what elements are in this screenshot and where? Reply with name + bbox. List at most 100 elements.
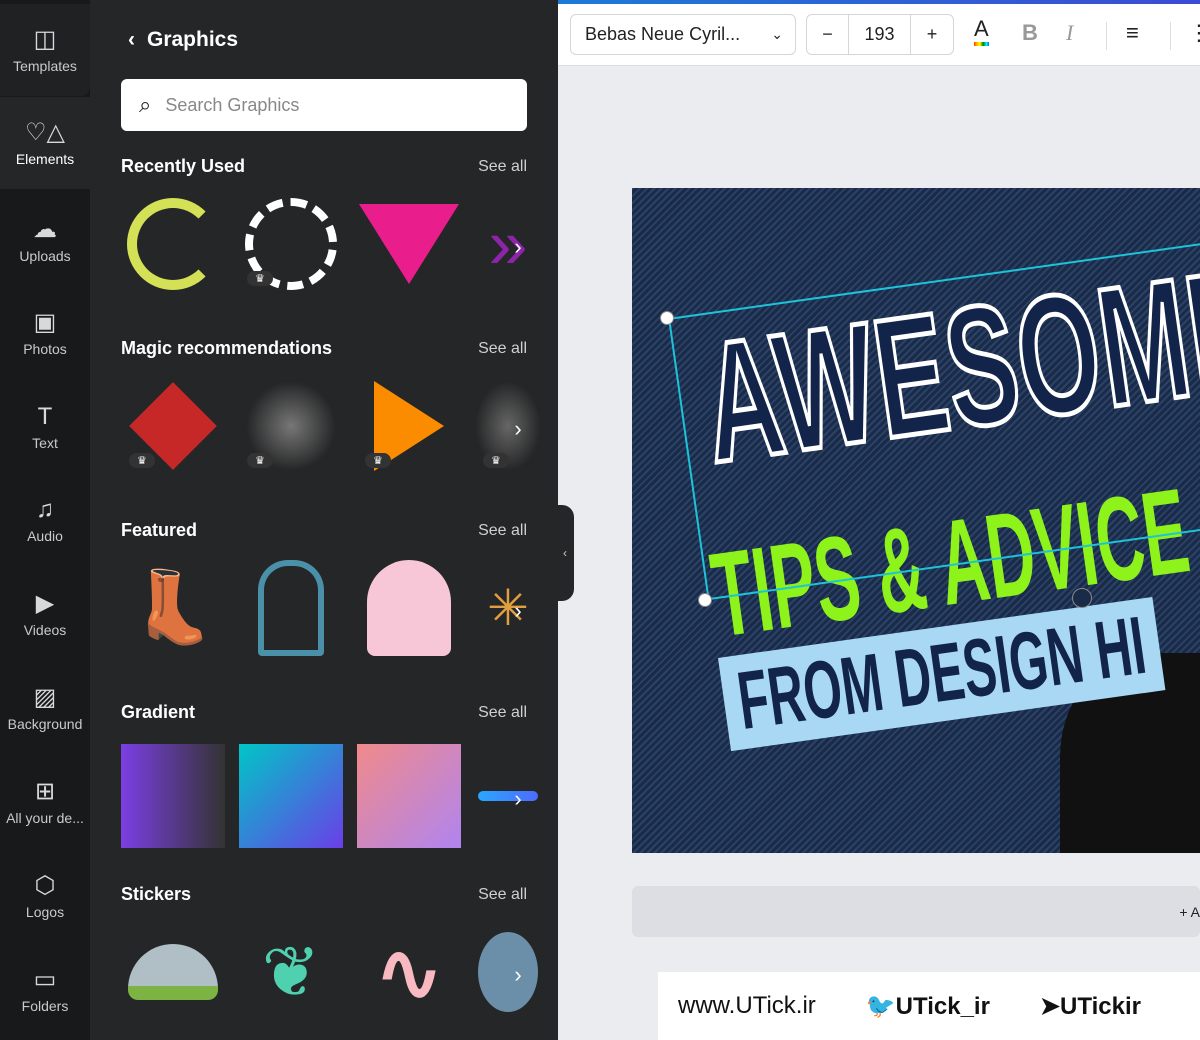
- sidebar-item-templates[interactable]: ◫ Templates: [0, 4, 90, 96]
- font-name: Bebas Neue Cyril...: [585, 24, 741, 44]
- sidebar-item-label: Uploads: [19, 248, 71, 264]
- sidebar-item-label: Videos: [23, 622, 67, 638]
- resize-handle[interactable]: [698, 593, 712, 607]
- upload-cloud-icon: ☁: [33, 216, 57, 243]
- music-note-icon: ♫: [36, 496, 54, 523]
- section-gradient: Gradient See all ›: [121, 702, 538, 848]
- sidebar-item-label: Templates: [13, 58, 77, 74]
- sidebar-item-elements[interactable]: ♡△ Elements: [0, 97, 90, 189]
- see-all-link[interactable]: See all: [478, 886, 527, 904]
- section-recently-used: Recently Used See all ♛» ›: [121, 156, 527, 290]
- decrease-size-button[interactable]: −: [807, 15, 849, 54]
- text-color-button[interactable]: A: [974, 16, 989, 46]
- search-box[interactable]: ⌕: [121, 79, 527, 131]
- search-icon: ⌕: [139, 92, 152, 117]
- sidebar-item-audio[interactable]: ♫ Audio: [0, 474, 90, 566]
- add-page-button[interactable]: + A: [632, 886, 1200, 937]
- design-canvas[interactable]: AWESOME TIPS & ADVICE FROM DESIGN HI: [632, 188, 1200, 853]
- font-size-input[interactable]: 193: [849, 15, 911, 54]
- background-icon: ▨: [33, 684, 57, 711]
- crown-icon: ♛: [365, 453, 391, 468]
- font-dropdown[interactable]: Bebas Neue Cyril... ⌄: [570, 14, 796, 55]
- sidebar-item-photos[interactable]: ▣ Photos: [0, 287, 90, 379]
- section-title: Stickers: [121, 884, 192, 904]
- back-button[interactable]: ‹ Graphics: [128, 28, 238, 52]
- twitter-icon: 🐦: [865, 992, 896, 1020]
- sidebar-item-text[interactable]: T Text: [0, 381, 90, 473]
- graphic-thumbnail[interactable]: [357, 556, 461, 660]
- collapse-panel-button[interactable]: ‹: [556, 505, 574, 601]
- chevron-right-icon[interactable]: ›: [505, 416, 531, 442]
- more-options-icon[interactable]: ⋮: [1188, 20, 1200, 46]
- see-all-link[interactable]: See all: [478, 158, 527, 176]
- sidebar-item-logos[interactable]: ⬡ Logos: [0, 850, 90, 942]
- sidebar-item-uploads[interactable]: ☁ Uploads: [0, 194, 90, 286]
- bold-button[interactable]: B: [1022, 20, 1038, 46]
- chevron-left-icon: ‹: [128, 28, 135, 51]
- graphic-thumbnail[interactable]: ♛: [239, 374, 343, 478]
- sidebar-item-label: All your de...: [6, 810, 84, 826]
- section-title: Featured: [121, 520, 198, 540]
- font-size-stepper: − 193 +: [806, 14, 954, 55]
- watermark-telegram: UTickir: [1060, 992, 1141, 1020]
- search-input[interactable]: [165, 94, 486, 116]
- telegram-icon: ➤: [1039, 992, 1061, 1020]
- graphic-thumbnail[interactable]: [121, 744, 225, 848]
- graphic-thumbnail[interactable]: ∿: [357, 920, 461, 1024]
- align-left-icon[interactable]: ≡: [1126, 20, 1139, 46]
- graphics-panel: ‹Graphics ⌕ Recently UsedSee all♛»›Magic…: [90, 0, 558, 1040]
- graphic-thumbnail[interactable]: [121, 192, 225, 296]
- see-all-link[interactable]: See all: [478, 704, 527, 722]
- sidebar-item-label: Logos: [25, 904, 65, 920]
- section-title: Magic recommendations: [121, 338, 333, 358]
- chevron-right-icon[interactable]: ›: [505, 962, 531, 988]
- sidebar-item-label: Photos: [23, 341, 67, 357]
- sidebar-item-folders[interactable]: ▭ Folders: [0, 944, 90, 1036]
- sidebar-item-label: Audio: [27, 528, 63, 544]
- graphic-thumbnail[interactable]: [357, 744, 461, 848]
- increase-size-button[interactable]: +: [911, 15, 953, 54]
- graphic-thumbnail[interactable]: [357, 192, 461, 296]
- video-icon: ▶: [35, 590, 55, 617]
- panel-title: Graphics: [147, 28, 239, 51]
- grid-icon: ⊞: [34, 778, 56, 805]
- text-icon: T: [37, 403, 53, 430]
- graphic-thumbnail[interactable]: ❦: [239, 920, 343, 1024]
- text-toolbar: Bebas Neue Cyril... ⌄ − 193 + A B I ≡ ⋮: [558, 4, 1200, 66]
- section-featured: Featured See all 👢 ✳ ›: [121, 520, 529, 656]
- graphic-thumbnail[interactable]: [239, 744, 343, 848]
- photo-icon: ▣: [33, 309, 57, 336]
- graphic-thumbnail[interactable]: ♛: [121, 374, 225, 478]
- graphic-thumbnail[interactable]: ♛: [239, 192, 343, 296]
- resize-handle[interactable]: [660, 311, 674, 325]
- crown-icon: ♛: [247, 271, 273, 286]
- chevron-down-icon: ⌄: [771, 26, 783, 42]
- sidebar-item-videos[interactable]: ▶ Videos: [0, 568, 90, 660]
- graphic-thumbnail[interactable]: [121, 920, 225, 1024]
- graphic-thumbnail[interactable]: 👢: [121, 556, 225, 660]
- sidebar-item-background[interactable]: ▨ Background: [0, 662, 90, 754]
- sidebar: ◫ Templates ♡△ Elements ☁ Uploads ▣ Photos T Text…: [0, 0, 90, 1040]
- watermark: www.UTick.ir 🐦UTick_ir ➤UTickir: [658, 972, 1200, 1040]
- templates-icon: ◫: [33, 26, 57, 53]
- crown-icon: ♛: [247, 453, 273, 468]
- rotate-handle-icon[interactable]: [1072, 588, 1092, 608]
- section-title: Gradient: [121, 702, 196, 722]
- chevron-right-icon[interactable]: ›: [505, 786, 531, 812]
- chevron-right-icon[interactable]: ›: [505, 234, 531, 260]
- see-all-link[interactable]: See all: [478, 340, 527, 358]
- logo-icon: ⬡: [34, 872, 56, 899]
- chevron-right-icon[interactable]: ›: [505, 598, 531, 624]
- italic-button[interactable]: I: [1066, 20, 1073, 46]
- graphic-thumbnail[interactable]: ♛: [357, 374, 461, 478]
- crown-icon: ♛: [483, 453, 509, 468]
- see-all-link[interactable]: See all: [478, 522, 527, 540]
- section-stickers: Stickers See all ❦ ∿ ›: [121, 884, 538, 1017]
- sidebar-item-label: Background: [7, 716, 83, 732]
- add-page-label: + A: [1179, 903, 1200, 920]
- graphic-thumbnail[interactable]: [239, 556, 343, 660]
- elements-icon: ♡△: [25, 119, 65, 146]
- watermark-twitter: UTick_ir: [895, 992, 990, 1020]
- sidebar-item-all-your-de[interactable]: ⊞ All your de...: [0, 756, 90, 848]
- divider: [1106, 22, 1107, 50]
